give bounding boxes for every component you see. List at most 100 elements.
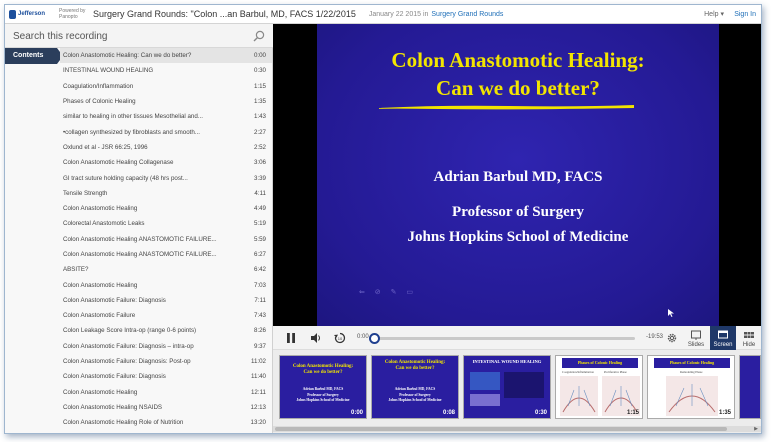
thumbnail-2[interactable]: INTESTINAL WOUND HEALING 0:30 bbox=[463, 355, 551, 419]
toc-item-label: Colon Anastomotic Failure: Diagnosis: Po… bbox=[63, 358, 191, 366]
slides-button[interactable]: Slides bbox=[683, 326, 709, 350]
toc-item-time: 6:42 bbox=[253, 266, 266, 274]
toc-item[interactable]: ABSITE? 6:42 bbox=[60, 262, 272, 277]
screen-button[interactable]: Screen bbox=[710, 326, 736, 350]
sign-in-link[interactable]: Sign In bbox=[734, 11, 756, 18]
remaining-time: -19:53 bbox=[646, 334, 664, 340]
slides-label: Slides bbox=[687, 342, 705, 348]
thumb-time: 0:30 bbox=[534, 410, 547, 416]
toc-item[interactable]: Tensile Strength 4:11 bbox=[60, 186, 272, 201]
thumb-time: 1:15 bbox=[626, 410, 639, 416]
toc-item-time: 0:00 bbox=[253, 52, 266, 60]
session-date: January 22 2015 in bbox=[368, 10, 429, 18]
toc-item[interactable]: Colorectal Anastomotic Leaks 5:19 bbox=[60, 216, 272, 231]
thumbnail-4[interactable]: Phases of Colonic Healing Remodeling Pha… bbox=[647, 355, 735, 419]
toc-item-time: 7:03 bbox=[253, 281, 266, 289]
toc-item[interactable]: Colon Anastomotic Failure: Diagnosis 7:11 bbox=[60, 293, 272, 308]
toc-item[interactable]: Colon Anastomotic Healing Role of Nutrit… bbox=[60, 415, 272, 430]
toc-item[interactable]: Colon Anastomotic Healing NSAIDS 12:13 bbox=[60, 400, 272, 415]
thumb-subtitle: Can we do better? bbox=[303, 370, 343, 375]
svg-text:10: 10 bbox=[338, 336, 343, 341]
toc-item[interactable]: Coagulation/Inflammation 1:15 bbox=[60, 79, 272, 94]
help-menu[interactable]: Help ▾ bbox=[704, 10, 724, 18]
volume-icon[interactable] bbox=[310, 332, 322, 344]
toc-item[interactable]: Colon Anastomotic Failure: Diagnosis: Po… bbox=[60, 354, 272, 369]
current-time: 0:00 bbox=[357, 334, 369, 340]
search-icon[interactable] bbox=[253, 30, 265, 42]
app-window: Jefferson Powered by Panopto Surgery Gra… bbox=[4, 4, 762, 434]
thumbnail-5-partial[interactable] bbox=[739, 355, 761, 419]
player-controls: 10 0:00 -19:53 Slides Screen Hide bbox=[273, 326, 761, 350]
toc-item[interactable]: Colon Anastomotic Healing 4:49 bbox=[60, 201, 272, 216]
toc-item-time: 13:20 bbox=[250, 419, 266, 427]
toc-item[interactable]: Oxlund et al - JSR 66:25, 1996 2:52 bbox=[60, 140, 272, 155]
thumb-title: Phases of Colonic Healing bbox=[562, 358, 638, 368]
toc-item[interactable]: Colon Anastomotic Failure: Diagnosis 11:4… bbox=[60, 369, 272, 384]
thumb-time: 0:00 bbox=[350, 410, 363, 416]
thumbnail-1[interactable]: Colon Anastomotic Healing: Can we do bet… bbox=[371, 355, 459, 419]
toc-item[interactable]: •collagen synthesized by fibroblasts and… bbox=[60, 124, 272, 139]
toc-item-label: Coagulation/Inflammation bbox=[63, 82, 134, 90]
thumbnail-scrollbar[interactable]: ▶ bbox=[273, 426, 761, 432]
contents-tab[interactable]: Contents bbox=[5, 48, 63, 64]
toc-item-label: Colon Anastomotic Failure: Diagnosis bbox=[63, 296, 166, 304]
thumb-caption: Remodeling Phase bbox=[680, 370, 703, 374]
slide-annotation-tools[interactable]: ⇐ ⊘ ✎ ▭ bbox=[359, 288, 417, 296]
toc-item[interactable]: Phases of Colonic Healing 1:35 bbox=[60, 94, 272, 109]
slides-icon bbox=[691, 330, 701, 340]
toc-item[interactable]: Colon Anastomotic Failure 7:43 bbox=[60, 308, 272, 323]
toc-item[interactable]: Colon Anastomotic Healing ANASTOMOTIC FA… bbox=[60, 247, 272, 262]
toc-item-label: Colon Anastomotic Healing: Can we do bet… bbox=[63, 52, 192, 60]
toc-item-time: 11:02 bbox=[250, 358, 266, 366]
toc-item[interactable]: Colon Anastomotic Healing ANASTOMOTIC FA… bbox=[60, 232, 272, 247]
settings-gear-icon[interactable] bbox=[666, 332, 678, 344]
toc-item-label: INTESTINAL WOUND HEALING bbox=[63, 67, 154, 75]
toc-item-time: 2:27 bbox=[253, 128, 266, 136]
thumb-title: INTESTINAL WOUND HEALING bbox=[472, 359, 542, 364]
thumb-illustration bbox=[666, 376, 718, 416]
toc-item-label: ABSITE? bbox=[63, 266, 89, 274]
thumb-figure bbox=[470, 372, 500, 390]
jefferson-logo[interactable]: Jefferson bbox=[9, 9, 45, 19]
hide-label: Hide bbox=[742, 342, 756, 348]
toc-item-label: Colon Anastomotic Failure: Diagnosis – i… bbox=[63, 342, 194, 350]
rewind-10-icon[interactable]: 10 bbox=[334, 332, 346, 344]
thumb-line: Adrian Barbul MD, FACS bbox=[394, 387, 436, 391]
toc-item[interactable]: Colon Anastomotic Failure: Diagnosis – i… bbox=[60, 339, 272, 354]
scroll-right-icon[interactable]: ▶ bbox=[754, 426, 758, 432]
thumb-line: Professor of Surgery bbox=[399, 393, 431, 397]
thumb-line: Johns Hopkins School of Medicine bbox=[296, 398, 350, 402]
seek-bar[interactable] bbox=[373, 337, 635, 340]
toc-item-label: GI tract suture holding capacity (48 hrs… bbox=[63, 174, 188, 182]
toc-item-label: Colon Anastomotic Healing Role of Nutrit… bbox=[63, 419, 184, 427]
toc-item[interactable]: Colon Anastomotic Healing 12:11 bbox=[60, 385, 272, 400]
toc-item[interactable]: Colon Anastomotic Healing Collagenase 3:0… bbox=[60, 155, 272, 170]
thumbnail-3[interactable]: Phases of Colonic Healing Coagulation/In… bbox=[555, 355, 643, 419]
thumbnail-0[interactable]: Colon Anastomotic Healing: Can we do bet… bbox=[279, 355, 367, 419]
top-bar: Jefferson Powered by Panopto Surgery Gra… bbox=[5, 5, 761, 24]
slide-display: Colon Anastomotic Healing: Can we do bet… bbox=[317, 24, 719, 326]
toc-item[interactable]: INTESTINAL WOUND HEALING 0:30 bbox=[60, 63, 272, 78]
search-input[interactable] bbox=[13, 28, 243, 44]
toc-item[interactable]: Colon Anastomotic Healing 7:03 bbox=[60, 277, 272, 292]
seek-handle[interactable] bbox=[369, 333, 380, 344]
video-viewport[interactable]: Colon Anastomotic Healing: Can we do bet… bbox=[273, 24, 761, 326]
hide-button[interactable]: Hide bbox=[736, 326, 761, 350]
toc-item[interactable]: Colon Anastomotic Healing: Can we do bet… bbox=[60, 48, 272, 64]
help-label: Help bbox=[704, 11, 719, 18]
pause-icon[interactable] bbox=[285, 332, 297, 344]
thumb-title: Phases of Colonic Healing bbox=[654, 358, 730, 368]
slide-author: Adrian Barbul MD, FACS bbox=[433, 169, 603, 185]
folder-link[interactable]: Surgery Grand Rounds bbox=[431, 11, 503, 18]
toc-item-time: 7:11 bbox=[254, 296, 266, 304]
thumb-figure bbox=[504, 372, 544, 398]
mouse-cursor-icon bbox=[668, 309, 674, 317]
powered-by-label: Powered by Panopto bbox=[59, 8, 86, 20]
toc-item[interactable]: GI tract suture holding capacity (48 hrs… bbox=[60, 170, 272, 185]
thumbnail-scroll-thumb[interactable] bbox=[275, 427, 727, 431]
toc-item-label: similar to healing in other tissues Meso… bbox=[63, 113, 203, 121]
toc-item[interactable]: similar to healing in other tissues Meso… bbox=[60, 109, 272, 124]
toc-item[interactable]: Colon Leakage Score Intra-op (range 0-6 … bbox=[60, 323, 272, 338]
slide-role: Professor of Surgery bbox=[452, 204, 584, 220]
toc-item-time: 8:26 bbox=[253, 327, 266, 335]
